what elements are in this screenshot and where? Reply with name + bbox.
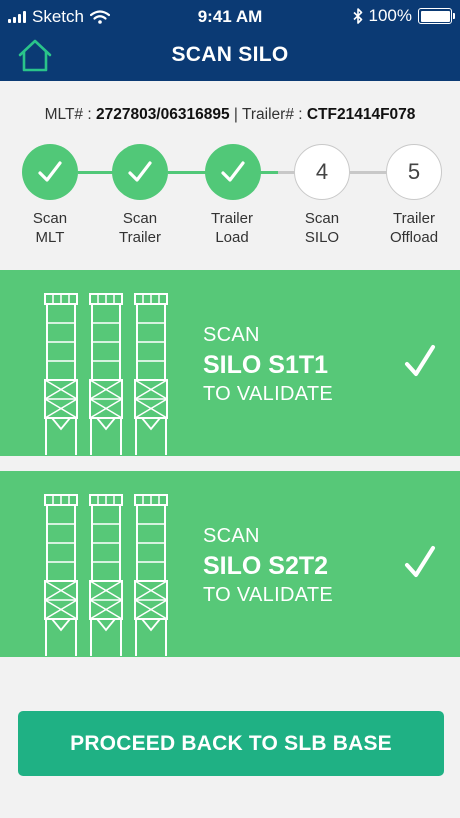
silo-name: SILO S1T1 [203, 351, 329, 379]
silo-card-s1t1[interactable]: SCAN SILO S1T1 TO VALIDATE [0, 270, 460, 456]
step-connector [260, 171, 296, 174]
step-label-line: Trailer [211, 210, 253, 227]
shipment-info: MLT# : 2727803/06316895 | Trailer# : CTF… [0, 106, 460, 124]
step-3-label: Trailer Load [187, 209, 277, 247]
check-icon [221, 161, 245, 182]
step-4-number: 4 [315, 159, 329, 184]
step-label-line: MLT [35, 229, 65, 246]
check-icon [405, 546, 435, 577]
bluetooth-icon [352, 8, 362, 24]
silo-scan-label: SCAN [203, 525, 260, 547]
step-5-label: Trailer Offload [369, 209, 459, 247]
check-icon [128, 161, 152, 182]
step-label-line: Scan [122, 210, 158, 227]
battery-icon [418, 8, 455, 24]
step-connector [78, 171, 114, 174]
step-connector [350, 171, 388, 174]
step-label-line: Load [215, 229, 249, 246]
silo-validate-label: TO VALIDATE [203, 383, 333, 405]
silo-card-text: SCAN SILO S2T2 TO VALIDATE [203, 524, 333, 607]
status-right: 100% [352, 6, 455, 26]
silo-validate-label: TO VALIDATE [203, 584, 333, 606]
step-label-line: Trailer [393, 210, 435, 227]
trailer-label: Trailer# : [241, 106, 303, 123]
status-bar: Sketch 9:41 AM 100% [0, 0, 460, 34]
check-icon [38, 161, 62, 182]
step-label-line: Scan [32, 210, 68, 227]
step-2-circle [112, 144, 168, 200]
proceed-button[interactable]: PROCEED BACK TO SLB BASE [18, 711, 444, 776]
step-label-line: Scan [304, 210, 340, 227]
nav-bar: SCAN SILO [0, 34, 460, 81]
trailer-value: CTF21414F078 [306, 106, 416, 123]
silo-name: SILO S2T2 [203, 552, 329, 580]
step-connector [168, 171, 206, 174]
silo-illustration [44, 293, 168, 456]
step-4-circle: 4 [294, 144, 350, 200]
step-3-circle [205, 144, 261, 200]
check-icon [405, 345, 435, 376]
battery-percent: 100% [368, 6, 412, 25]
step-2-label: Scan Trailer [95, 209, 185, 247]
mlt-value: 2727803/06316895 [95, 106, 230, 123]
mlt-label: MLT# : [44, 106, 92, 123]
step-5-number: 5 [407, 159, 421, 184]
step-1-label: Scan MLT [5, 209, 95, 247]
step-5-circle: 5 [386, 144, 442, 200]
silo-card-s2t2[interactable]: SCAN SILO S2T2 TO VALIDATE [0, 471, 460, 657]
page-title: SCAN SILO [171, 43, 289, 66]
step-progress: 4 5 Scan MLT Scan Trailer Trailer Load S… [0, 143, 460, 253]
step-4-label: Scan SILO [277, 209, 367, 247]
step-label-line: Offload [389, 229, 439, 246]
silo-card-text: SCAN SILO S1T1 TO VALIDATE [203, 323, 333, 406]
silo-illustration [44, 494, 168, 657]
step-label-line: SILO [304, 229, 340, 246]
step-1-circle [22, 144, 78, 200]
silo-scan-label: SCAN [203, 324, 260, 346]
info-separator: | [233, 106, 238, 123]
step-label-line: Trailer [119, 229, 161, 246]
